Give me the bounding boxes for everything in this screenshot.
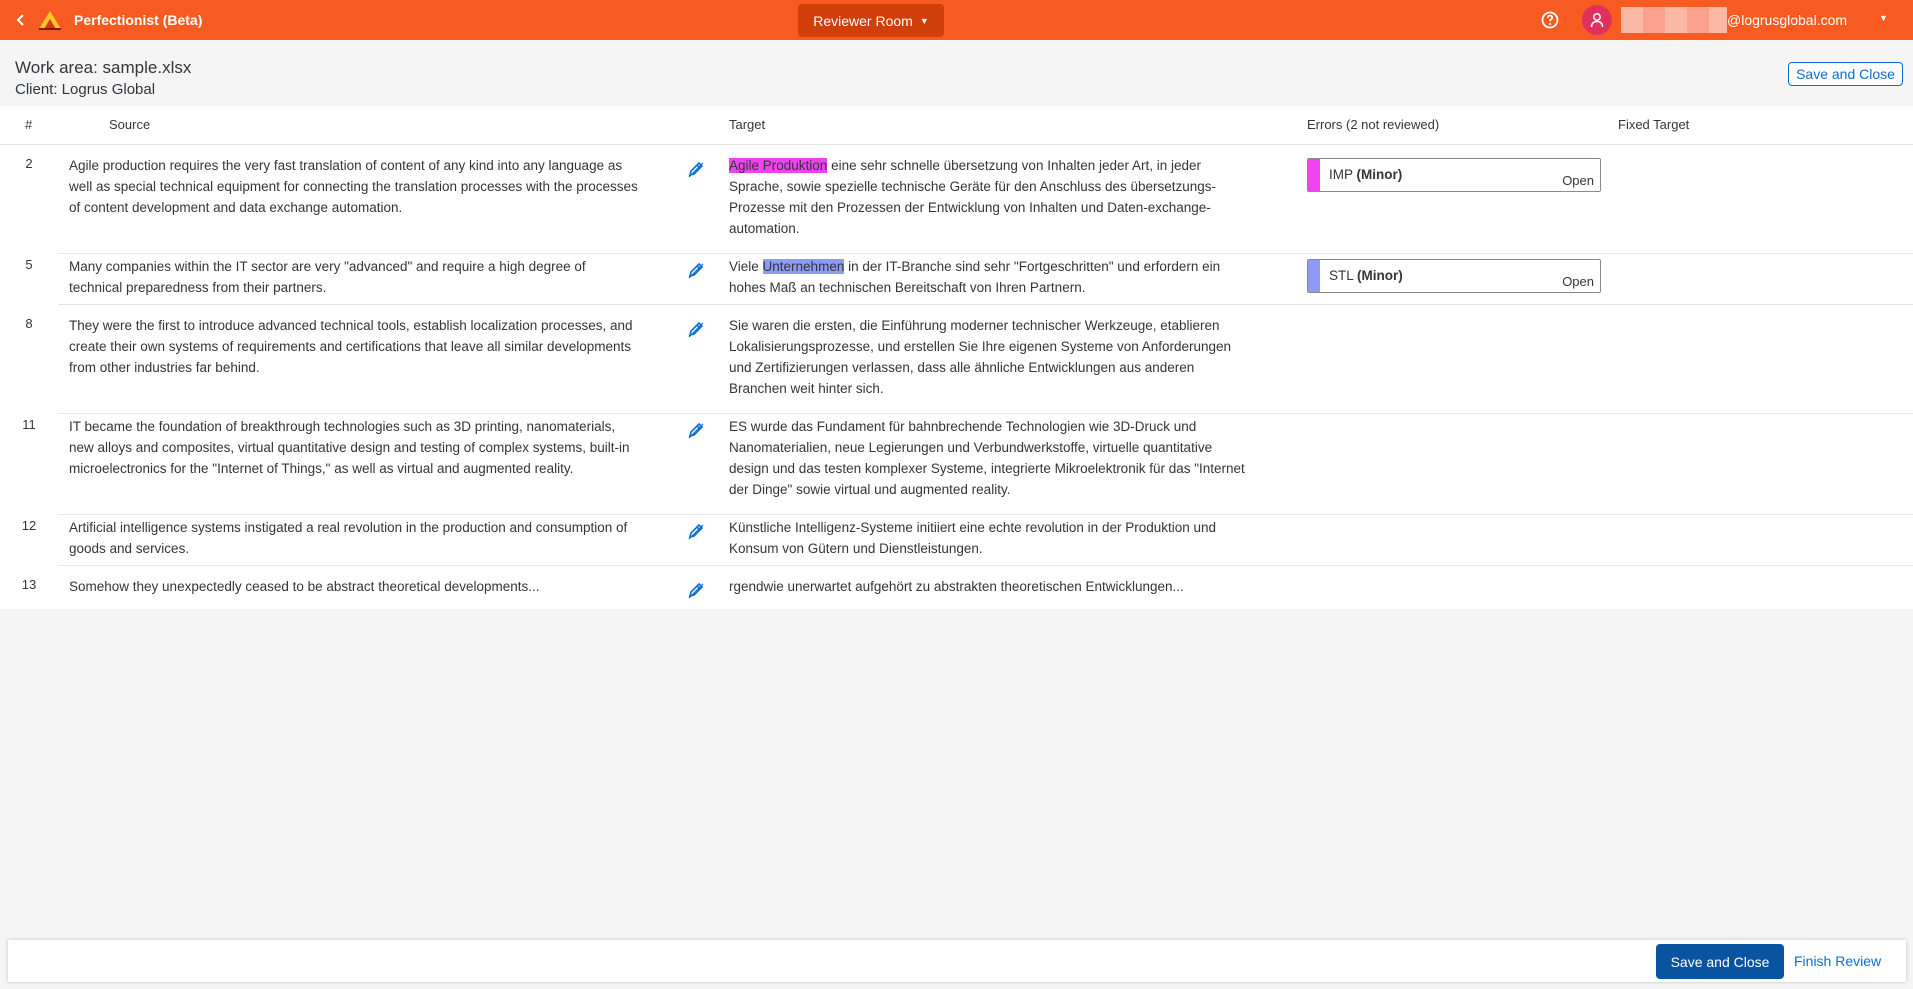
row-divider (58, 514, 1913, 515)
row-divider (58, 413, 1913, 414)
mountain-logo-icon (39, 11, 61, 30)
error-label: STL (Minor) (1329, 268, 1403, 283)
row-number: 11 (22, 417, 36, 432)
reviewer-room-dropdown[interactable]: Reviewer Room ▼ (798, 4, 944, 37)
edit-pen-icon[interactable] (686, 420, 706, 440)
error-severity: (Minor) (1357, 268, 1403, 283)
error-code: STL (1329, 268, 1354, 283)
finish-review-button[interactable]: Finish Review (1794, 953, 1881, 969)
edit-pen-icon[interactable] (686, 319, 706, 339)
target-text: Viele Unternehmen in der IT-Branche sind… (729, 256, 1249, 298)
save-close-button-bottom[interactable]: Save and Close (1656, 944, 1784, 979)
error-label: IMP (Minor) (1329, 167, 1402, 182)
reviewer-room-label: Reviewer Room (813, 12, 913, 29)
edit-pen-icon[interactable] (686, 159, 706, 179)
row-number: 2 (25, 156, 33, 171)
target-text: ES wurde das Fundament für bahnbrechende… (729, 419, 1245, 497)
error-code: IMP (1329, 167, 1353, 182)
help-icon[interactable] (1540, 10, 1560, 30)
app-title: Perfectionist (Beta) (74, 12, 203, 28)
error-status: Open (1562, 173, 1594, 188)
target-text: Agile Produktion eine sehr schnelle über… (729, 155, 1249, 239)
error-color-bar (1308, 260, 1320, 292)
source-text: IT became the foundation of breakthrough… (69, 419, 630, 476)
source-text: They were the first to introduce advance… (69, 318, 633, 375)
footer-bar: Save and Close Finish Review (8, 940, 1906, 982)
source-text: Agile production requires the very fast … (69, 158, 638, 215)
error-severity: (Minor) (1356, 167, 1403, 182)
error-color-bar (1308, 159, 1320, 191)
redacted-username (1621, 7, 1727, 33)
source-text: Many companies within the IT sector are … (69, 259, 586, 295)
error-status: Open (1562, 274, 1594, 289)
user-email[interactable]: @logrusglobal.com (1727, 12, 1847, 28)
save-close-button-top[interactable]: Save and Close (1788, 62, 1903, 86)
error-card[interactable]: IMP (Minor) Open (1307, 158, 1601, 192)
row-number: 8 (25, 316, 33, 331)
target-text: rgendwie unerwartet aufgehört zu abstrak… (729, 579, 1184, 594)
edit-pen-icon[interactable] (686, 580, 706, 600)
user-icon (1590, 13, 1604, 28)
column-header-errors: Errors (2 not reviewed) (1307, 117, 1440, 132)
row-number: 13 (21, 577, 37, 592)
page-header: Work area: sample.xlsx Client: Logrus Gl… (0, 40, 1913, 106)
edit-pen-icon[interactable] (686, 260, 706, 280)
column-header-fixed-target: Fixed Target (1618, 117, 1690, 132)
work-area-title: Work area: sample.xlsx (15, 58, 192, 77)
row-divider (58, 565, 1913, 566)
edit-pen-icon[interactable] (686, 521, 706, 541)
avatar[interactable] (1582, 5, 1612, 35)
caret-down-icon: ▼ (919, 15, 929, 26)
target-text-pre: Viele (729, 259, 763, 274)
header-divider (0, 144, 1913, 145)
target-text: Künstliche Intelligenz-Systeme initiiert… (729, 520, 1217, 556)
row-divider (58, 253, 1913, 254)
highlighted-error-span[interactable]: Unternehmen (762, 259, 845, 274)
top-bar: Perfectionist (Beta) Reviewer Room ▼ @lo… (0, 0, 1913, 40)
source-text: Somehow they unexpectedly ceased to be a… (69, 579, 540, 594)
column-header-num: # (25, 117, 33, 132)
row-divider (58, 304, 1913, 305)
target-text: Sie waren die ersten, die Einführung mod… (729, 318, 1232, 396)
column-header-source: Source (109, 117, 151, 132)
review-table: # Source Target Errors (2 not reviewed) … (0, 106, 1913, 609)
row-number: 5 (25, 257, 33, 272)
error-card[interactable]: STL (Minor) Open (1307, 259, 1601, 293)
caret-down-icon[interactable]: ▼ (1879, 13, 1888, 23)
highlighted-error-span[interactable]: Agile Produktion (729, 158, 828, 173)
column-header-target: Target (729, 117, 766, 132)
source-text: Artificial intelligence systems instigat… (69, 520, 628, 556)
row-number: 12 (21, 518, 37, 533)
client-name: Client: Logrus Global (15, 81, 156, 98)
chevron-left-icon[interactable] (12, 11, 30, 29)
